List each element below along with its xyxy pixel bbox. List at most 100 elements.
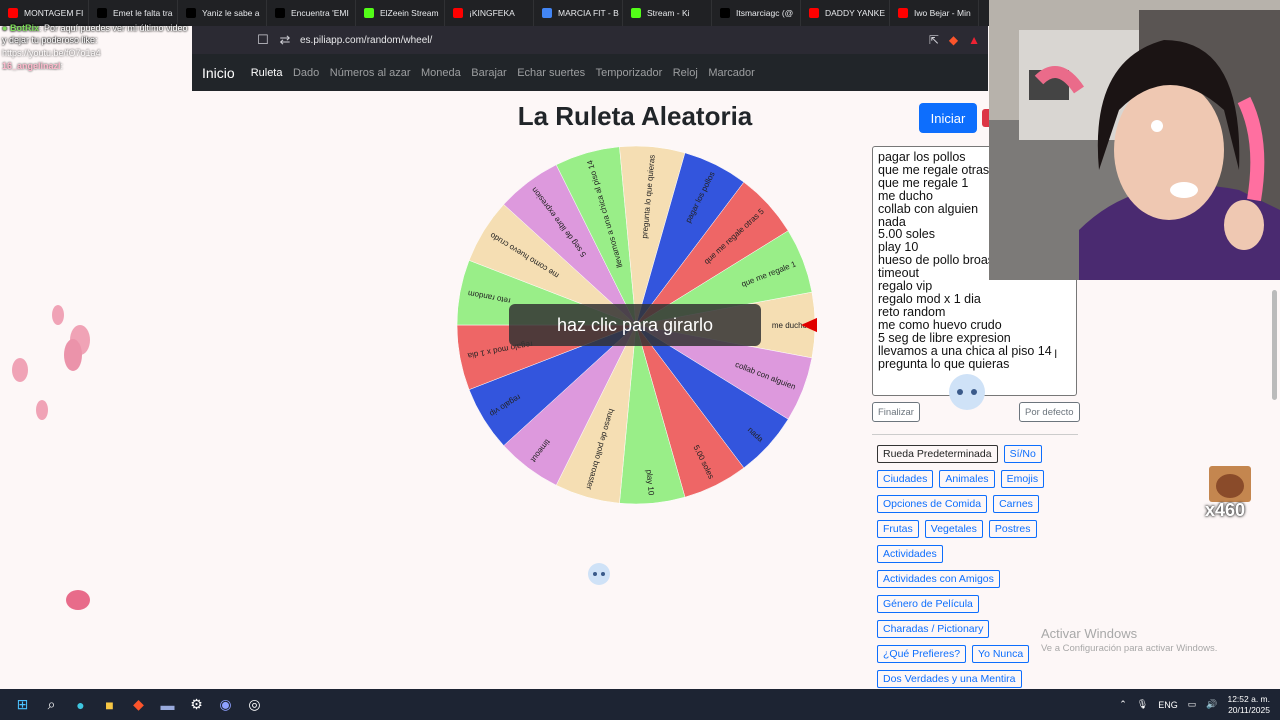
nav-link-reloj[interactable]: Reloj <box>673 67 698 79</box>
nav-link-dado[interactable]: Dado <box>293 67 319 79</box>
preset-button[interactable]: Actividades con Amigos <box>877 570 1000 588</box>
option-line: regalo mod x 1 dia <box>878 291 981 306</box>
preset-button[interactable]: Ciudades <box>877 470 934 488</box>
share-icon[interactable]: ⇱ <box>929 33 939 47</box>
tab-favicon-icon <box>809 8 819 18</box>
site-navbar: Inicio Ruleta Dado Números al azar Moned… <box>192 54 988 91</box>
tab-favicon-icon <box>453 8 463 18</box>
emote-count: x460 <box>1205 500 1246 520</box>
preset-button[interactable]: Emojis <box>1000 470 1045 488</box>
tab-label: Itsmarciagc (@ <box>736 8 794 18</box>
nav-link-moneda[interactable]: Moneda <box>421 67 461 79</box>
tab-favicon-icon <box>8 8 18 18</box>
browser-tab[interactable]: ElZeein Stream <box>356 0 445 26</box>
windows-start-icon[interactable]: ⊞ <box>8 690 37 719</box>
pink-hand-emotes <box>12 305 90 610</box>
tab-favicon-icon <box>186 8 196 18</box>
watermark-subtitle: Ve a Configuración para activar Windows. <box>1041 643 1218 654</box>
volume-icon[interactable]: 🔊 <box>1206 699 1217 710</box>
tab-favicon-icon <box>364 8 374 18</box>
preset-button[interactable]: Sí/No <box>1003 445 1042 463</box>
preset-button[interactable]: ¿Qué Prefieres? <box>877 645 967 663</box>
browser-address-bar: ☐ ⇄ es.piliapp.com/random/wheel/ ⇱ ◆ ▲ <box>192 26 988 54</box>
preset-button[interactable]: Rueda Predeterminada <box>877 445 998 463</box>
discord-icon[interactable]: ◉ <box>211 690 240 719</box>
bookmark-icon[interactable]: ☐ <box>252 32 274 48</box>
preset-button[interactable]: Charadas / Pictionary <box>877 620 990 638</box>
option-line: me como huevo crudo <box>878 317 1002 332</box>
clock-date: 20/11/2025 <box>1228 704 1270 715</box>
tab-label: Emet le falta tra <box>113 8 173 18</box>
tab-favicon-icon <box>720 8 730 18</box>
microphone-icon[interactable]: 🎙 <box>1137 699 1148 710</box>
brave-shield-icon[interactable]: ◆ <box>949 33 958 47</box>
app-icon[interactable]: ◎ <box>240 690 269 719</box>
network-icon[interactable]: ▭ <box>1188 699 1197 710</box>
nav-link-marcador[interactable]: Marcador <box>708 67 754 79</box>
tab-label: MARCIA FIT - B <box>558 8 619 18</box>
tab-label: Iwo Bejar - Min <box>914 8 971 18</box>
tab-label: ¡KINGFEKA <box>469 8 515 18</box>
browser-tab[interactable]: ¡KINGFEKA <box>445 0 534 26</box>
nav-link-echar-suertes[interactable]: Echar suertes <box>517 67 585 79</box>
option-line: 5 seg de libre expresion <box>878 330 1011 345</box>
preset-list: Rueda Predeterminada Sí/No Ciudades Animale… <box>877 444 1077 719</box>
search-icon[interactable]: ⌕ <box>37 690 66 719</box>
clock[interactable]: 12:52 a. m. 20/11/2025 <box>1227 694 1270 716</box>
preset-button[interactable]: Postres <box>988 520 1037 538</box>
browser-tab[interactable]: Itsmarciagc (@ <box>712 0 801 26</box>
option-line: reto random <box>878 304 946 319</box>
preset-button[interactable]: Opciones de Comida <box>877 495 988 513</box>
emote-image <box>1209 466 1251 502</box>
system-tray: ⌃ 🎙 ENG ▭ 🔊 12:52 a. m. 20/11/2025 <box>1119 689 1270 720</box>
start-button[interactable]: Iniciar <box>919 103 977 133</box>
preset-button[interactable]: Vegetales <box>924 520 983 538</box>
chevron-up-icon[interactable]: ⌃ <box>1119 699 1127 710</box>
windows-taskbar: ⊞ ⌕ ● ■ ◆ ▬ ⚙ ◉ ◎ ⌃ 🎙 ENG ▭ 🔊 12:52 a. m… <box>0 689 1280 720</box>
file-explorer-icon[interactable]: ■ <box>95 690 124 719</box>
nav-link-ruleta[interactable]: Ruleta <box>251 67 283 79</box>
terminal-icon[interactable]: ▬ <box>153 690 182 719</box>
preset-button[interactable]: Animales <box>939 470 995 488</box>
spin-hint-overlay[interactable]: haz clic para girarlo <box>509 304 761 346</box>
chat-message: ● BotRix: Por aquí puedes ver mi último … <box>2 22 192 46</box>
brave-icon[interactable]: ◆ <box>124 690 153 719</box>
page-title: La Ruleta Aleatoria <box>517 101 753 131</box>
preset-button[interactable]: Dos Verdades y una Mentira <box>877 670 1022 688</box>
browser-tab[interactable]: Stream - Ki <box>623 0 712 26</box>
tab-favicon-icon <box>275 8 285 18</box>
nav-link-barajar[interactable]: Barajar <box>471 67 506 79</box>
preset-button[interactable]: Yo Nunca <box>972 645 1030 663</box>
anime-emote-image <box>588 563 610 585</box>
brave-rewards-icon[interactable]: ▲ <box>968 33 980 47</box>
page-scrollbar[interactable] <box>1272 290 1277 400</box>
settings-icon[interactable]: ⚙ <box>182 690 211 719</box>
chat-text: : <box>60 61 64 71</box>
chat-bot-icon: ● <box>2 23 8 33</box>
nav-link-numeros[interactable]: Números al azar <box>330 67 411 79</box>
option-line: pregunta lo que quieras <box>878 356 1010 371</box>
preset-button[interactable]: Frutas <box>877 520 919 538</box>
browser-tab[interactable]: MARCIA FIT - B <box>534 0 623 26</box>
language-indicator[interactable]: ENG <box>1158 700 1178 710</box>
url-field[interactable]: es.piliapp.com/random/wheel/ <box>300 35 929 46</box>
edge-icon[interactable]: ● <box>66 690 95 719</box>
browser-tab[interactable]: Iwo Bejar - Min <box>890 0 979 26</box>
watermark-title: Activar Windows <box>1041 626 1138 641</box>
tab-favicon-icon <box>97 8 107 18</box>
windows-activation-watermark: Activar Windows Ve a Configuración para … <box>1041 626 1217 654</box>
chat-overlay: ● BotRix: Por aquí puedes ver mi último … <box>2 22 192 73</box>
chat-message: 16_angelinazl: <box>2 60 192 72</box>
preset-button[interactable]: Actividades <box>877 545 943 563</box>
site-settings-icon[interactable]: ⇄ <box>274 32 296 48</box>
browser-tab[interactable]: DADDY YANKE <box>801 0 890 26</box>
finish-button[interactable]: Finalizar <box>872 402 920 422</box>
default-button[interactable]: Por defecto <box>1019 402 1080 422</box>
preset-button[interactable]: Carnes <box>993 495 1039 513</box>
nav-brand-link[interactable]: Inicio <box>202 65 235 81</box>
anime-emote-image <box>949 374 985 410</box>
tab-label: Stream - Ki <box>647 8 690 18</box>
preset-button[interactable]: Género de Película <box>877 595 979 613</box>
nav-link-temporizador[interactable]: Temporizador <box>596 67 663 79</box>
browser-tab[interactable]: Encuentra 'EMI <box>267 0 356 26</box>
